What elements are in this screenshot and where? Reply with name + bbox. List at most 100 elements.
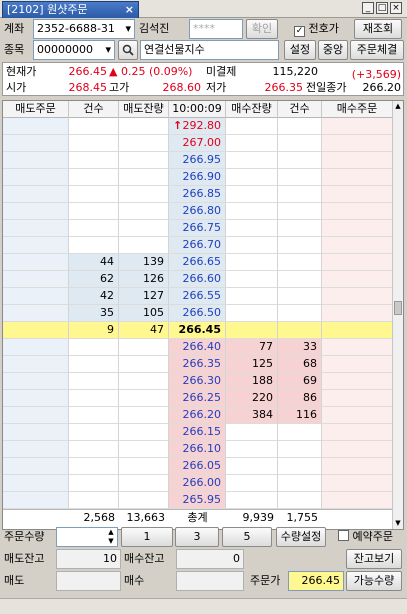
minimize-icon[interactable]: _ <box>362 2 374 14</box>
qty-3-button[interactable]: 3 <box>175 527 219 547</box>
sell-order-cell[interactable] <box>3 152 69 169</box>
sell-order-cell[interactable] <box>3 169 69 186</box>
qty-1-button[interactable]: 1 <box>121 527 173 547</box>
spin-down-icon[interactable]: ▼ <box>105 537 117 546</box>
price-row[interactable]: 266.00 <box>3 475 393 492</box>
settings-button[interactable]: 설정 <box>284 40 316 60</box>
price-cell[interactable]: 266.00 <box>169 475 226 492</box>
buy-order-cell[interactable] <box>322 458 393 475</box>
sell-order-cell[interactable] <box>3 373 69 390</box>
password-field[interactable]: **** <box>189 19 243 39</box>
sell-order-cell[interactable] <box>3 237 69 254</box>
sell-order-cell[interactable] <box>3 186 69 203</box>
sell-order-cell[interactable] <box>3 254 69 271</box>
price-cell[interactable]: 266.05 <box>169 458 226 475</box>
item-code-select[interactable]: 00000000 ▾ <box>33 40 115 60</box>
search-icon[interactable] <box>118 40 138 60</box>
price-cell[interactable]: 266.50 <box>169 305 226 322</box>
price-row[interactable]: 266.95 <box>3 152 393 169</box>
buy-order-cell[interactable] <box>322 135 393 152</box>
balance-view-button[interactable]: 잔고보기 <box>346 549 402 569</box>
buy-order-cell[interactable] <box>322 407 393 424</box>
price-row[interactable]: 44 139 266.65 <box>3 254 393 271</box>
buy-order-cell[interactable] <box>322 356 393 373</box>
price-row[interactable]: 266.15 <box>3 424 393 441</box>
sell-order-cell[interactable] <box>3 407 69 424</box>
maximize-icon[interactable]: □ <box>376 2 388 14</box>
price-cell[interactable]: ↑ 292.80 <box>169 118 226 135</box>
price-row[interactable]: 266.20 384 116 <box>3 407 393 424</box>
buy-order-cell[interactable] <box>322 475 393 492</box>
price-row[interactable]: 35 105 266.50 <box>3 305 393 322</box>
refresh-button[interactable]: 재조회 <box>354 19 402 39</box>
dropdown-arrow-icon[interactable]: ▾ <box>105 41 111 59</box>
price-cell[interactable]: 266.45 <box>169 322 226 339</box>
price-cell[interactable]: 266.75 <box>169 220 226 237</box>
sell-order-cell[interactable] <box>3 475 69 492</box>
price-row[interactable]: 266.35 125 68 <box>3 356 393 373</box>
reserve-order-checkbox[interactable]: 예약주문 <box>338 527 393 547</box>
price-cell[interactable]: 265.95 <box>169 492 226 509</box>
buy-order-cell[interactable] <box>322 288 393 305</box>
buy-order-cell[interactable] <box>322 322 393 339</box>
sell-order-cell[interactable] <box>3 322 69 339</box>
vertical-scrollbar[interactable]: ▲ ▼ <box>392 101 403 529</box>
price-row[interactable]: 266.10 <box>3 441 393 458</box>
sell-order-cell[interactable] <box>3 441 69 458</box>
price-cell[interactable]: 266.10 <box>169 441 226 458</box>
price-row[interactable]: 9 47 266.45 <box>3 322 393 339</box>
qty-settings-button[interactable]: 수량설정 <box>276 527 326 547</box>
qty-spinner[interactable]: ▲ ▼ <box>105 528 117 546</box>
order-price-field[interactable]: 266.45 <box>288 571 344 591</box>
account-select[interactable]: 2352-6688-31 ▾ <box>33 19 135 39</box>
price-row[interactable]: 267.00 <box>3 135 393 152</box>
order-fills-button[interactable]: 주문체결 <box>350 40 404 60</box>
price-cell[interactable]: 266.30 <box>169 373 226 390</box>
price-cell[interactable]: 266.55 <box>169 288 226 305</box>
sell-order-cell[interactable] <box>3 424 69 441</box>
buy-order-cell[interactable] <box>322 186 393 203</box>
buy-order-cell[interactable] <box>322 441 393 458</box>
sell-order-cell[interactable] <box>3 458 69 475</box>
buy-order-cell[interactable] <box>322 492 393 509</box>
buy-order-cell[interactable] <box>322 390 393 407</box>
buy-order-cell[interactable] <box>322 254 393 271</box>
price-cell[interactable]: 266.40 <box>169 339 226 356</box>
price-row[interactable]: 266.80 <box>3 203 393 220</box>
buy-order-cell[interactable] <box>322 424 393 441</box>
sell-order-cell[interactable] <box>3 305 69 322</box>
price-cell[interactable]: 266.80 <box>169 203 226 220</box>
price-row[interactable]: 62 126 266.60 <box>3 271 393 288</box>
sell-order-cell[interactable] <box>3 339 69 356</box>
buy-order-cell[interactable] <box>322 305 393 322</box>
confirm-button[interactable]: 확인 <box>246 19 278 39</box>
sell-order-cell[interactable] <box>3 356 69 373</box>
price-row[interactable]: 266.30 188 69 <box>3 373 393 390</box>
price-cell[interactable]: 266.35 <box>169 356 226 373</box>
buy-order-cell[interactable] <box>322 237 393 254</box>
checkbox-unchecked-icon[interactable] <box>338 530 349 541</box>
price-row[interactable]: ↑ 292.80 <box>3 118 393 135</box>
price-row[interactable]: 266.90 <box>3 169 393 186</box>
buy-order-cell[interactable] <box>322 118 393 135</box>
price-cell[interactable]: 266.70 <box>169 237 226 254</box>
sell-order-cell[interactable] <box>3 203 69 220</box>
price-cell[interactable]: 266.25 <box>169 390 226 407</box>
price-cell[interactable]: 266.15 <box>169 424 226 441</box>
sell-order-cell[interactable] <box>3 135 69 152</box>
item-name-field[interactable]: 연결선물지수 <box>140 40 279 60</box>
buy-order-cell[interactable] <box>322 152 393 169</box>
sell-order-cell[interactable] <box>3 220 69 237</box>
scroll-thumb[interactable] <box>394 301 402 315</box>
spin-up-icon[interactable]: ▲ <box>105 528 117 537</box>
price-cell[interactable]: 266.85 <box>169 186 226 203</box>
buy-order-cell[interactable] <box>322 220 393 237</box>
price-row[interactable]: 266.85 <box>3 186 393 203</box>
sell-order-cell[interactable] <box>3 118 69 135</box>
price-cell[interactable]: 266.65 <box>169 254 226 271</box>
buy-order-cell[interactable] <box>322 271 393 288</box>
sell-order-cell[interactable] <box>3 271 69 288</box>
qty-5-button[interactable]: 5 <box>222 527 272 547</box>
price-row[interactable]: 266.05 <box>3 458 393 475</box>
window-tab[interactable]: [2102] 원샷주문 × <box>2 1 139 18</box>
